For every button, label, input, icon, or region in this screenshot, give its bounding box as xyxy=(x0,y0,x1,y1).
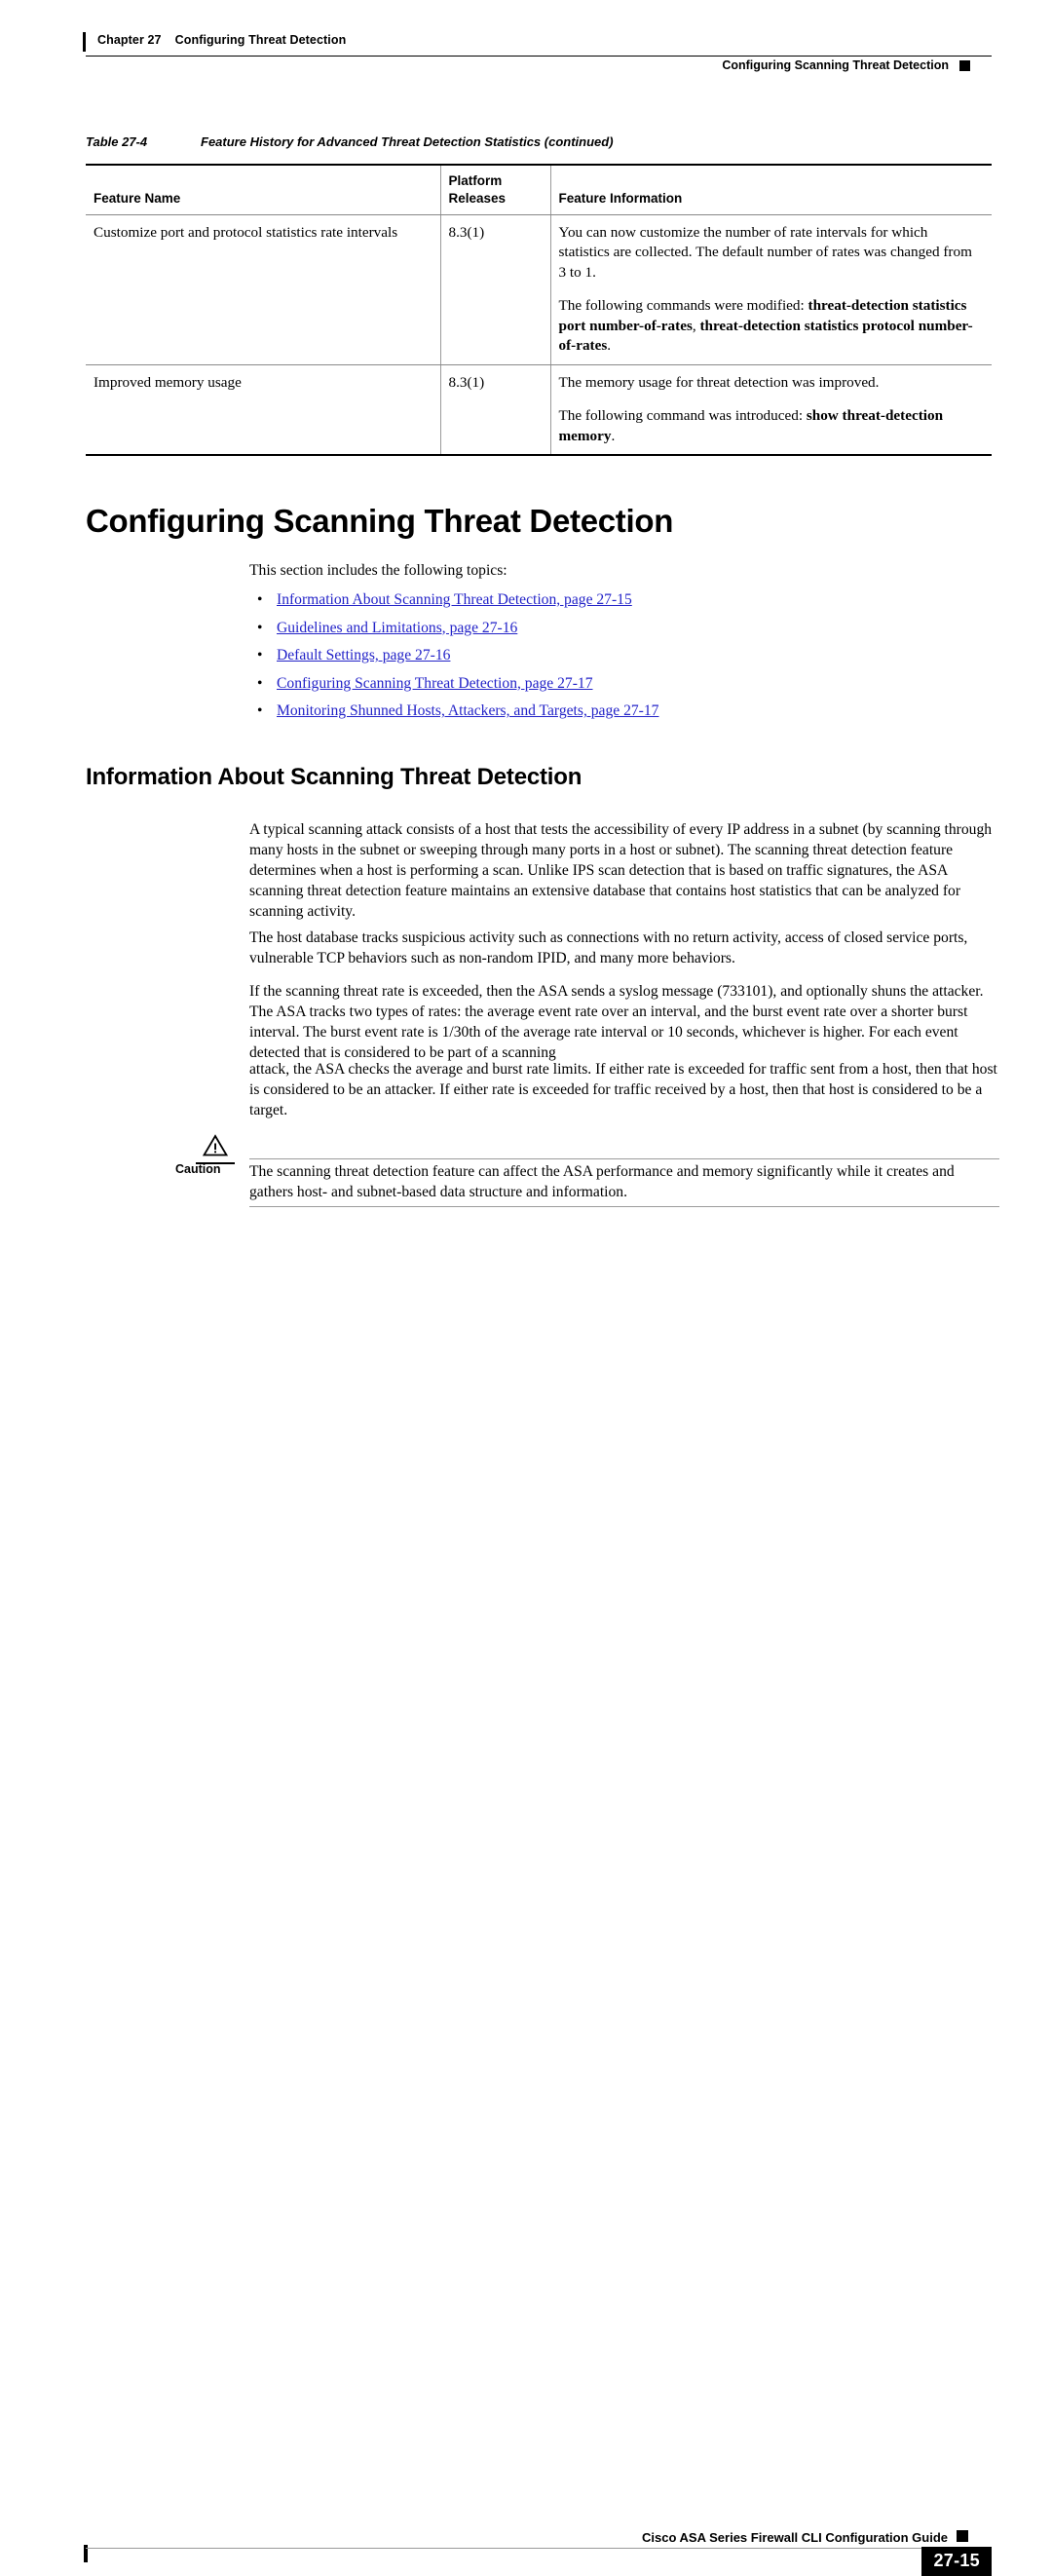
table-caption-label: Table 27-4 xyxy=(86,134,148,149)
cell-info-paragraph: The memory usage for threat detection wa… xyxy=(558,373,880,391)
list-item: • Configuring Scanning Threat Detection,… xyxy=(249,673,999,694)
page-header: Chapter 27 Configuring Threat Detection C… xyxy=(0,0,1052,78)
table-header-row-group: Feature Name Platform Releases Feature I… xyxy=(86,163,992,215)
caution-top-rule xyxy=(249,1158,999,1159)
table-caption: Table 27-4 Feature History for Advanced T… xyxy=(86,134,614,149)
page-number-badge: 27-15 xyxy=(921,2547,992,2576)
column-header-feature-information-label: Feature Information xyxy=(558,190,683,206)
column-header-platform-line1: Platform xyxy=(448,173,503,188)
body-paragraph-3: If the scanning threat rate is exceeded,… xyxy=(249,983,984,1061)
body-paragraph-4: attack, the ASA checks the average and b… xyxy=(249,1061,997,1118)
header-running-head: Configuring Scanning Threat Detection xyxy=(722,58,970,72)
header-square-marker-icon xyxy=(959,59,970,71)
toc-link-guidelines-limitations[interactable]: Guidelines and Limitations, page 27-16 xyxy=(277,620,517,636)
table-row: Customize port and protocol statistics r… xyxy=(86,214,992,365)
list-item: • Monitoring Shunned Hosts, Attackers, a… xyxy=(249,701,999,721)
document-page: Chapter 27 Configuring Threat Detection C… xyxy=(0,0,1052,2576)
column-header-feature-name: Feature Name xyxy=(86,163,440,215)
feature-history-table: Feature Name Platform Releases Feature I… xyxy=(86,163,992,457)
bullet-dot-icon: • xyxy=(257,591,263,608)
cell-feature-information: The memory usage for threat detection wa… xyxy=(549,364,992,457)
list-item: • Guidelines and Limitations, page 27-16 xyxy=(249,618,999,638)
header-chapter-title: Configuring Threat Detection xyxy=(174,33,347,47)
column-header-platform-releases: Platform Releases xyxy=(439,163,550,215)
table-row: Improved memory usage 8.3(1) The memory … xyxy=(86,364,992,457)
cell-feature-information: You can now customize the number of rate… xyxy=(549,214,992,365)
warning-triangle-icon xyxy=(193,1134,238,1164)
toc-link-information-about[interactable]: Information About Scanning Threat Detect… xyxy=(277,591,632,608)
bullet-dot-icon: • xyxy=(257,702,263,720)
table-body: Customize port and protocol statistics r… xyxy=(86,214,992,457)
table-caption-title: Feature History for Advanced Threat Dete… xyxy=(201,134,614,149)
header-left-tick xyxy=(83,32,86,52)
footer-square-marker-icon xyxy=(957,2530,968,2542)
table-header-row: Feature Name Platform Releases Feature I… xyxy=(86,163,992,215)
section-heading-information-about: Information About Scanning Threat Detect… xyxy=(86,764,582,790)
page-footer: Cisco ASA Series Firewall CLI Configurat… xyxy=(0,1254,1052,2576)
toc-link-monitoring-shunned[interactable]: Monitoring Shunned Hosts, Attackers, and… xyxy=(277,702,658,719)
column-header-platform-line2: Releases xyxy=(448,190,507,206)
toc-link-default-settings[interactable]: Default Settings, page 27-16 xyxy=(277,647,450,663)
caution-bottom-rule xyxy=(249,1206,999,1207)
column-header-feature-information: Feature Information xyxy=(549,163,992,215)
header-chapter-info: Chapter 27 Configuring Threat Detection xyxy=(97,33,346,47)
cell-feature-name: Improved memory usage xyxy=(86,364,440,457)
cell-info-commands: The following command was introduced: sh… xyxy=(559,406,981,446)
header-running-head-text: Configuring Scanning Threat Detection xyxy=(722,58,949,72)
body-paragraph-1: A typical scanning attack consists of a … xyxy=(249,821,993,920)
commands-suffix: . xyxy=(611,427,616,444)
bullet-dot-icon: • xyxy=(257,647,263,664)
commands-prefix: The following command was introduced: xyxy=(558,407,807,425)
header-rule xyxy=(86,56,992,57)
cell-platform-release: 8.3(1) xyxy=(439,364,550,457)
commands-prefix: The following commands were modified: xyxy=(558,297,808,315)
footer-guide-title: Cisco ASA Series Firewall CLI Configurat… xyxy=(642,2530,948,2545)
list-item: • Default Settings, page 27-16 xyxy=(249,645,999,665)
list-item: • Information About Scanning Threat Dete… xyxy=(249,589,999,610)
toc-link-configuring-scanning[interactable]: Configuring Scanning Threat Detection, p… xyxy=(277,675,593,692)
cell-info-paragraph: You can now customize the number of rate… xyxy=(558,223,972,281)
column-header-feature-name-label: Feature Name xyxy=(94,190,181,206)
intro-line: This section includes the following topi… xyxy=(249,562,507,579)
caution-label: Caution xyxy=(175,1162,221,1176)
cell-platform-release: 8.3(1) xyxy=(439,214,550,365)
header-chapter-number: Chapter 27 xyxy=(97,33,162,47)
page-title: Configuring Scanning Threat Detection xyxy=(86,503,674,539)
body-paragraph-2: The host database tracks suspicious acti… xyxy=(249,929,968,966)
footer-rule xyxy=(86,2548,962,2549)
bullet-dot-icon: • xyxy=(257,674,263,692)
commands-suffix: . xyxy=(607,337,612,355)
bullet-dot-icon: • xyxy=(257,619,263,636)
cell-feature-name: Customize port and protocol statistics r… xyxy=(86,214,440,365)
caution-text: The scanning threat detection feature ca… xyxy=(249,1163,955,1200)
cell-info-commands: The following commands were modified: th… xyxy=(559,296,981,357)
section-topics-list: • Information About Scanning Threat Dete… xyxy=(249,589,999,729)
